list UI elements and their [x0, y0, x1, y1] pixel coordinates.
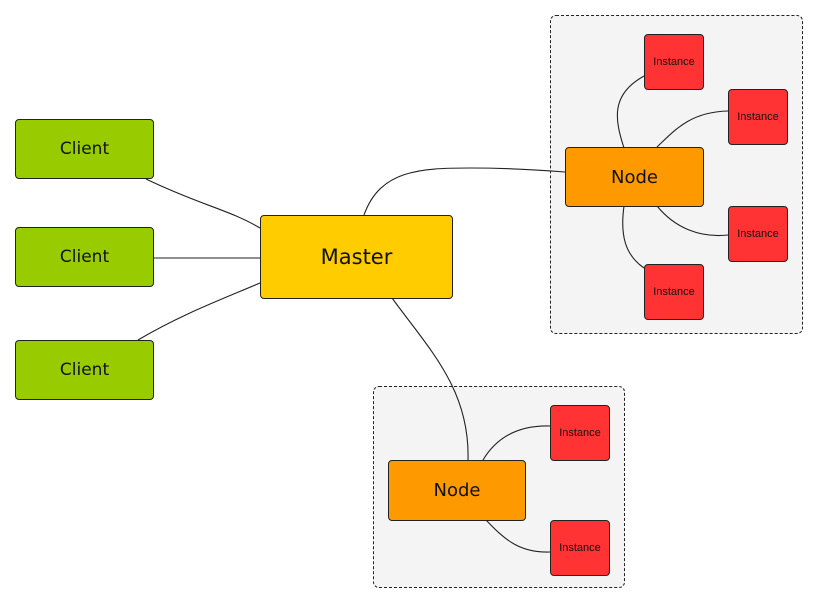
- node-box-2[interactable]: Node: [388, 460, 526, 521]
- instance-label: Instance: [653, 286, 695, 298]
- edge-node-1-instance-1: [616, 75, 645, 149]
- master-label: Master: [320, 245, 393, 269]
- instance-box[interactable]: Instance: [728, 89, 788, 145]
- instance-box[interactable]: Instance: [550, 405, 610, 461]
- client-box-1[interactable]: Client: [15, 119, 154, 179]
- instance-box[interactable]: Instance: [644, 34, 704, 90]
- client-label: Client: [59, 247, 110, 267]
- master-box[interactable]: Master: [260, 215, 453, 299]
- edge-master-node-1: [363, 167, 566, 216]
- edge-node-2-instance-2: [485, 519, 551, 553]
- edge-node-1-instance-2: [656, 110, 729, 148]
- instance-label: Instance: [737, 111, 779, 123]
- client-box-3[interactable]: Client: [15, 340, 154, 400]
- node-box-1[interactable]: Node: [565, 147, 704, 207]
- instance-box[interactable]: Instance: [728, 206, 788, 262]
- edge-node-2-instance-1: [482, 425, 551, 461]
- instance-label: Instance: [559, 542, 601, 554]
- instance-label: Instance: [737, 228, 779, 240]
- instance-label: Instance: [559, 427, 601, 439]
- edge-client-1-master: [145, 178, 261, 229]
- edge-node-1-instance-3: [656, 205, 729, 237]
- client-label: Client: [59, 360, 110, 380]
- instance-box[interactable]: Instance: [644, 264, 704, 320]
- node-label: Node: [433, 480, 481, 501]
- node-label: Node: [611, 166, 658, 188]
- instance-label: Instance: [653, 56, 695, 68]
- edge-master-node-2: [391, 297, 469, 461]
- edge-client-3-master: [137, 282, 261, 341]
- edge-node-1-instance-4: [622, 205, 645, 269]
- client-box-2[interactable]: Client: [15, 227, 154, 287]
- client-label: Client: [59, 139, 110, 159]
- instance-box[interactable]: Instance: [550, 520, 610, 576]
